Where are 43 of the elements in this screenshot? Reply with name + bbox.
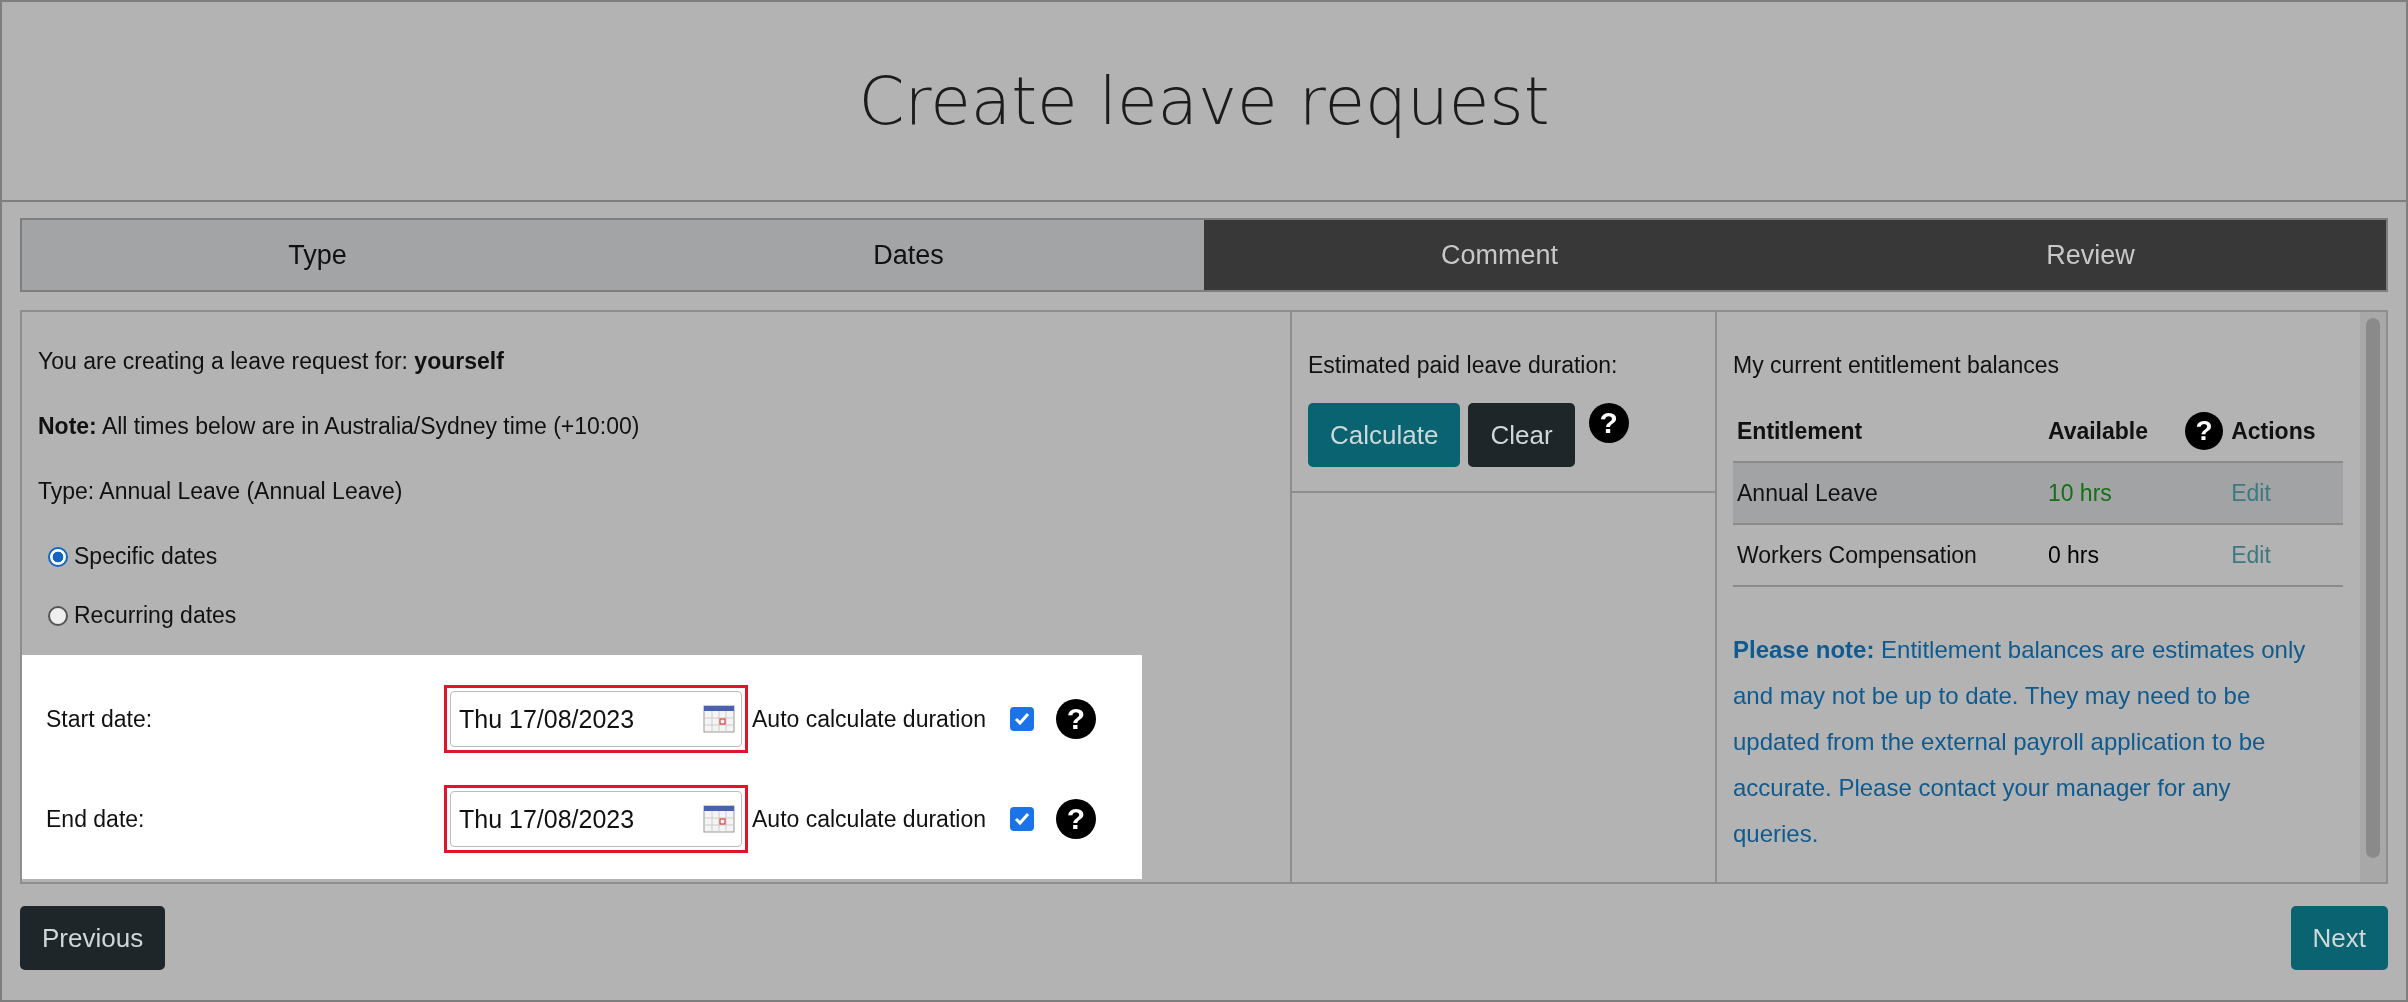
- timezone-note: Note: All times below are in Australia/Sydney time (+10:00): [37, 413, 641, 440]
- page-title: Create leave request: [858, 62, 1550, 140]
- field-label: End date:: [45, 805, 146, 833]
- checkbox[interactable]: [1010, 707, 1034, 731]
- leave-type-text: Type: Annual Leave (Annual Leave): [37, 478, 404, 505]
- radio-button[interactable]: [48, 546, 68, 567]
- radio-label[interactable]: Specific dates: [74, 543, 218, 570]
- help-icon[interactable]: ?: [2185, 412, 2224, 450]
- table-cell: 0 hrs: [2043, 524, 2228, 586]
- intro-text: You are creating a leave request for: yourself: [37, 348, 505, 375]
- step-tab[interactable]: Type: [22, 220, 613, 290]
- calendar-icon[interactable]: [703, 705, 735, 733]
- balances-note: Please note: Entitlement balances are estimates only and may not be up to date. They may need to be updated from the external payroll application to be accurate. Please contact your manager for any queries.: [1733, 635, 2307, 849]
- field-label: Start date:: [45, 705, 154, 733]
- balances-title: My current entitlement balances: [1733, 352, 2059, 378]
- date-field[interactable]: Thu 17/08/2023: [450, 691, 742, 747]
- calculate-button[interactable]: Calculate: [1308, 403, 1461, 467]
- date-field[interactable]: Thu 17/08/2023: [450, 791, 742, 847]
- step-tab[interactable]: Dates: [613, 220, 1204, 290]
- help-icon[interactable]: ?: [1588, 403, 1629, 443]
- table-cell: 10 hrs: [2043, 462, 2228, 524]
- step-tab[interactable]: Review: [1795, 220, 2386, 290]
- previous-button[interactable]: Previous: [20, 906, 166, 970]
- calendar-icon[interactable]: [703, 805, 735, 833]
- column-header: Available: [2047, 417, 2149, 445]
- column-header: Entitlement: [1737, 417, 1863, 444]
- table-cell: Annual Leave: [1733, 462, 2044, 524]
- check-icon: [1013, 710, 1031, 728]
- checkbox-label: Auto calculate duration: [752, 705, 986, 733]
- check-icon: [1013, 810, 1031, 828]
- checkbox[interactable]: [1010, 807, 1034, 831]
- column-header: Actions: [2231, 417, 2316, 444]
- checkbox-label: Auto calculate duration: [752, 805, 986, 833]
- help-icon[interactable]: ?: [1056, 799, 1096, 839]
- step-tab[interactable]: Comment: [1204, 220, 1795, 290]
- radio-button[interactable]: [48, 605, 68, 626]
- help-icon[interactable]: ?: [1056, 699, 1096, 739]
- scrollbar[interactable]: [2360, 312, 2386, 882]
- table-cell: Workers Compensation: [1733, 524, 2044, 586]
- estimate-label: Estimated paid leave duration:: [1308, 352, 1618, 378]
- clear-button[interactable]: Clear: [1468, 403, 1575, 467]
- radio-label[interactable]: Recurring dates: [74, 602, 237, 629]
- next-button[interactable]: Next: [2290, 906, 2388, 970]
